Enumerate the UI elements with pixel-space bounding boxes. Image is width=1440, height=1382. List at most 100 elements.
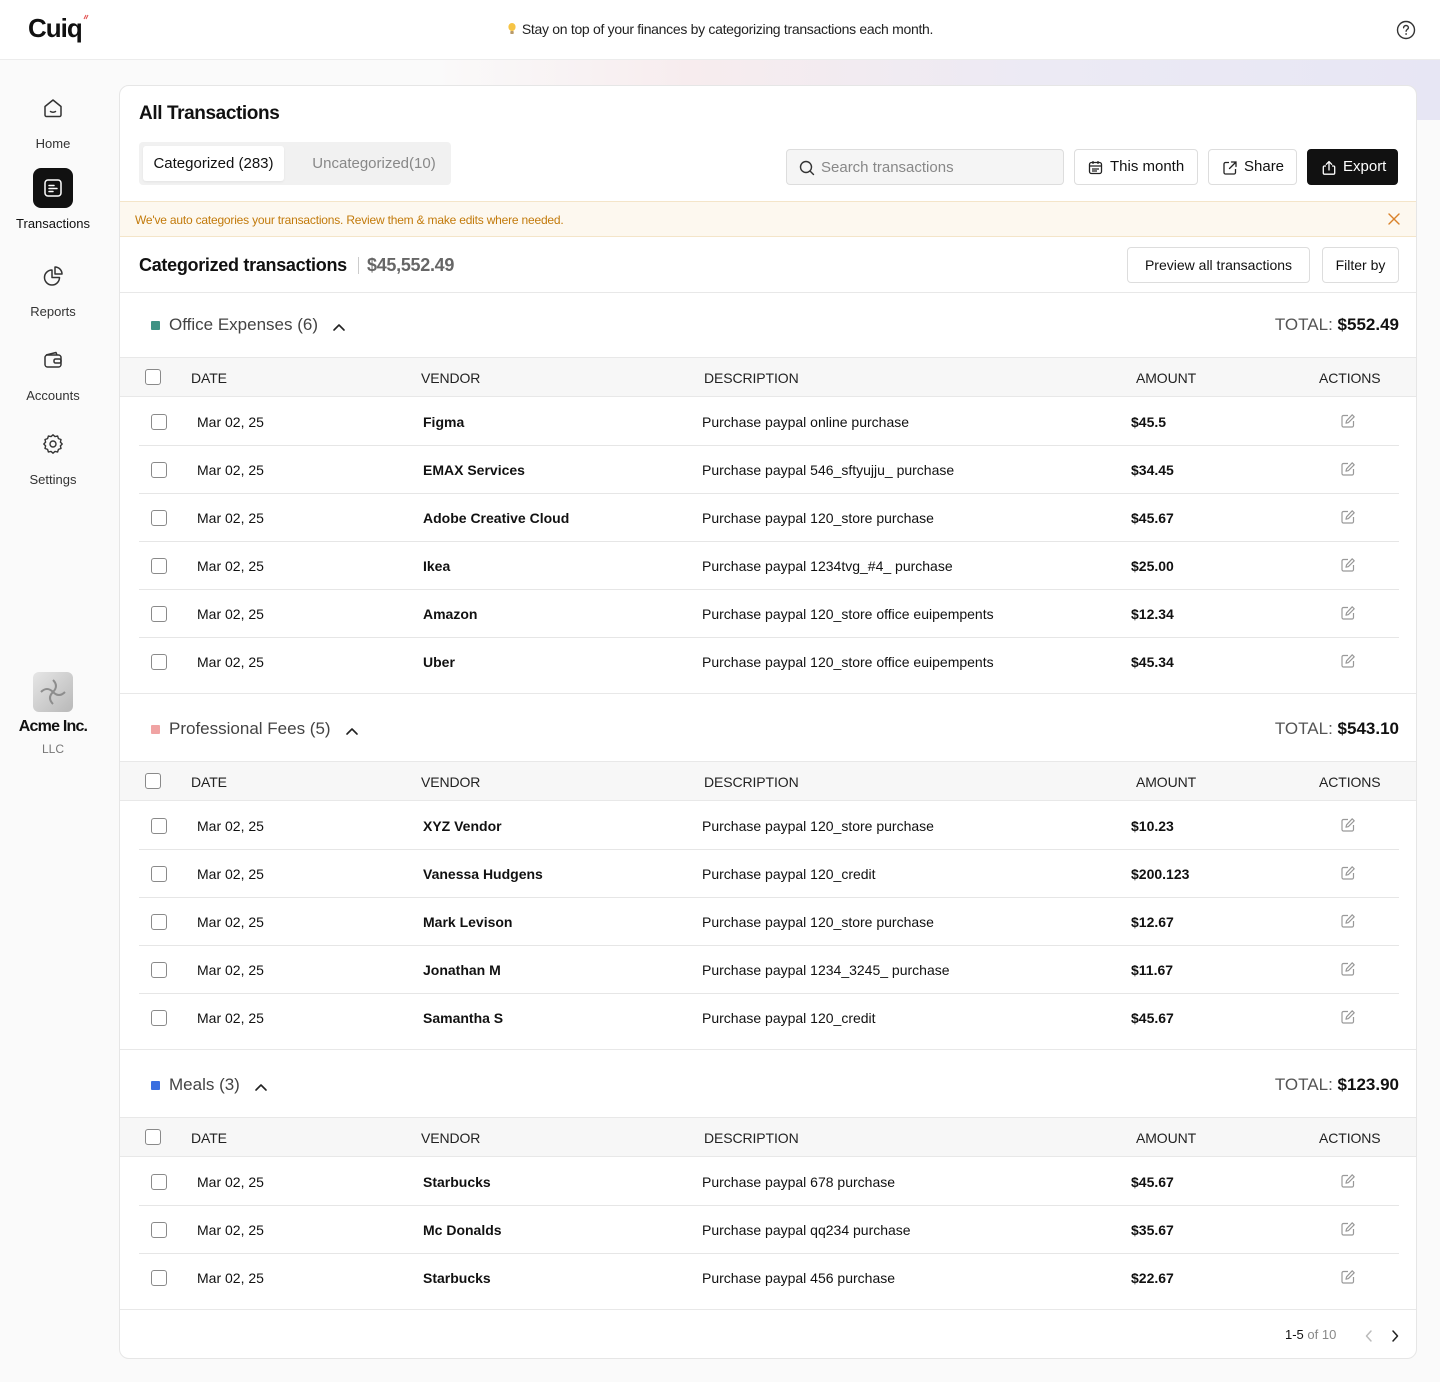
column-date[interactable]: DATE: [191, 774, 227, 790]
column-amount[interactable]: AMOUNT: [1136, 1130, 1196, 1146]
row-amount: $12.34: [1131, 606, 1174, 622]
row-checkbox[interactable]: [151, 558, 167, 574]
row-checkbox[interactable]: [151, 654, 167, 670]
column-vendor[interactable]: VENDOR: [421, 774, 480, 790]
sidebar-item-reports[interactable]: Reports: [0, 256, 106, 319]
row-vendor: Ikea: [423, 558, 451, 574]
row-checkbox[interactable]: [151, 818, 167, 834]
row-date: Mar 02, 25: [197, 414, 264, 430]
edit-icon[interactable]: [1340, 1173, 1356, 1194]
row-checkbox[interactable]: [151, 1222, 167, 1238]
preview-all-button[interactable]: Preview all transactions: [1127, 247, 1310, 283]
edit-icon[interactable]: [1340, 817, 1356, 838]
chevron-up-icon[interactable]: [254, 1079, 268, 1097]
row-amount: $12.67: [1131, 914, 1174, 930]
chevron-left-icon[interactable]: [1364, 1329, 1374, 1343]
edit-icon[interactable]: [1340, 961, 1356, 982]
chevron-up-icon[interactable]: [345, 723, 359, 741]
company-type: LLC: [41, 742, 64, 756]
row-checkbox[interactable]: [151, 962, 167, 978]
sidebar-item-accounts[interactable]: Accounts: [0, 340, 106, 403]
row-vendor: Starbucks: [423, 1174, 491, 1190]
sidebar-item-settings[interactable]: Settings: [0, 424, 106, 487]
edit-icon[interactable]: [1340, 605, 1356, 626]
table-row[interactable]: Mar 02, 25 Mark Levison Purchase paypal 12…: [139, 898, 1399, 946]
share-button[interactable]: Share: [1208, 149, 1297, 185]
edit-icon[interactable]: [1340, 461, 1356, 482]
table-row[interactable]: Mar 02, 25 Amazon Purchase paypal 120_stor…: [139, 590, 1399, 638]
edit-icon[interactable]: [1340, 1269, 1356, 1290]
table-row[interactable]: Mar 02, 25 Uber Purchase paypal 120_store …: [139, 638, 1399, 686]
company-name: Acme Inc.: [18, 718, 88, 735]
this-month-button[interactable]: This month: [1074, 149, 1198, 185]
sidebar-item-transactions[interactable]: Transactions: [0, 168, 106, 231]
row-date: Mar 02, 25: [197, 866, 264, 882]
row-checkbox[interactable]: [151, 462, 167, 478]
tip-text: Stay on top of your finances by categori…: [521, 21, 934, 37]
row-checkbox[interactable]: [151, 914, 167, 930]
column-vendor[interactable]: VENDOR: [421, 1130, 480, 1146]
select-all-checkbox[interactable]: [145, 1129, 161, 1145]
close-icon[interactable]: [1388, 213, 1400, 225]
column-vendor[interactable]: VENDOR: [421, 370, 480, 386]
row-checkbox[interactable]: [151, 1010, 167, 1026]
edit-icon[interactable]: [1340, 1009, 1356, 1030]
tab-categorized[interactable]: Categorized (283): [143, 146, 284, 181]
column-date[interactable]: DATE: [191, 1130, 227, 1146]
row-checkbox[interactable]: [151, 866, 167, 882]
column-description[interactable]: DESCRIPTION: [704, 370, 799, 386]
column-date[interactable]: DATE: [191, 370, 227, 386]
edit-icon[interactable]: [1340, 557, 1356, 578]
row-date: Mar 02, 25: [197, 1010, 264, 1026]
row-checkbox[interactable]: [151, 510, 167, 526]
table-row[interactable]: Mar 02, 25 Samantha S Purchase paypal 120_…: [139, 994, 1399, 1042]
select-all-checkbox[interactable]: [145, 773, 161, 789]
edit-icon[interactable]: [1340, 865, 1356, 886]
edit-icon[interactable]: [1340, 413, 1356, 434]
row-vendor: Starbucks: [423, 1270, 491, 1286]
table-row[interactable]: Mar 02, 25 EMAX Services Purchase paypal 5…: [139, 446, 1399, 494]
table-row[interactable]: Mar 02, 25 Figma Purchase paypal online pu…: [139, 398, 1399, 446]
edit-icon[interactable]: [1340, 653, 1356, 674]
column-amount[interactable]: AMOUNT: [1136, 370, 1196, 386]
tab-uncategorized[interactable]: Uncategorized(10): [304, 146, 444, 181]
column-description[interactable]: DESCRIPTION: [704, 774, 799, 790]
summary-amount: $45,552.49: [367, 255, 455, 275]
help-icon[interactable]: [1396, 20, 1416, 40]
row-checkbox[interactable]: [151, 606, 167, 622]
row-checkbox[interactable]: [151, 1174, 167, 1190]
row-checkbox[interactable]: [151, 414, 167, 430]
table-row[interactable]: Mar 02, 25 Mc Donalds Purchase paypal qq23…: [139, 1206, 1399, 1254]
edit-icon[interactable]: [1340, 913, 1356, 934]
table-row[interactable]: Mar 02, 25 Jonathan M Purchase paypal 1234…: [139, 946, 1399, 994]
sidebar-item-label: Reports: [30, 304, 76, 319]
share-icon: [1223, 161, 1237, 175]
company-logo: [33, 672, 73, 712]
search-box[interactable]: [786, 149, 1064, 185]
category-header: Meals (3) TOTAL: $123.90: [120, 1053, 1416, 1117]
summary-row: Categorized transactions $45,552.49 Prev…: [120, 237, 1416, 293]
export-button[interactable]: Export: [1307, 149, 1398, 185]
table-header: DATE VENDOR DESCRIPTION AMOUNT ACTIONS: [120, 761, 1416, 801]
company-switcher[interactable]: Acme Inc. LLC: [0, 672, 106, 756]
edit-icon[interactable]: [1340, 509, 1356, 530]
table-row[interactable]: Mar 02, 25 Vanessa Hudgens Purchase paypal…: [139, 850, 1399, 898]
search-input[interactable]: [821, 150, 1057, 184]
chevron-up-icon[interactable]: [332, 319, 346, 337]
table-row[interactable]: Mar 02, 25 Ikea Purchase paypal 1234tvg_#4…: [139, 542, 1399, 590]
sidebar-item-home[interactable]: Home: [0, 88, 106, 151]
column-description[interactable]: DESCRIPTION: [704, 1130, 799, 1146]
table-row[interactable]: Mar 02, 25 Starbucks Purchase paypal 678 p…: [139, 1158, 1399, 1206]
table-row[interactable]: Mar 02, 25 XYZ Vendor Purchase paypal 120_…: [139, 802, 1399, 850]
table-header: DATE VENDOR DESCRIPTION AMOUNT ACTIONS: [120, 1117, 1416, 1157]
auto-category-notice: We've auto categories your transactions.…: [120, 201, 1416, 237]
select-all-checkbox[interactable]: [145, 369, 161, 385]
table-row[interactable]: Mar 02, 25 Starbucks Purchase paypal 456 p…: [139, 1254, 1399, 1302]
column-amount[interactable]: AMOUNT: [1136, 774, 1196, 790]
table-row[interactable]: Mar 02, 25 Adobe Creative Cloud Purchase p…: [139, 494, 1399, 542]
chevron-right-icon[interactable]: [1390, 1329, 1400, 1343]
row-checkbox[interactable]: [151, 1270, 167, 1286]
edit-icon[interactable]: [1340, 1221, 1356, 1242]
filter-by-button[interactable]: Filter by: [1322, 247, 1399, 283]
search-icon: [799, 160, 815, 176]
